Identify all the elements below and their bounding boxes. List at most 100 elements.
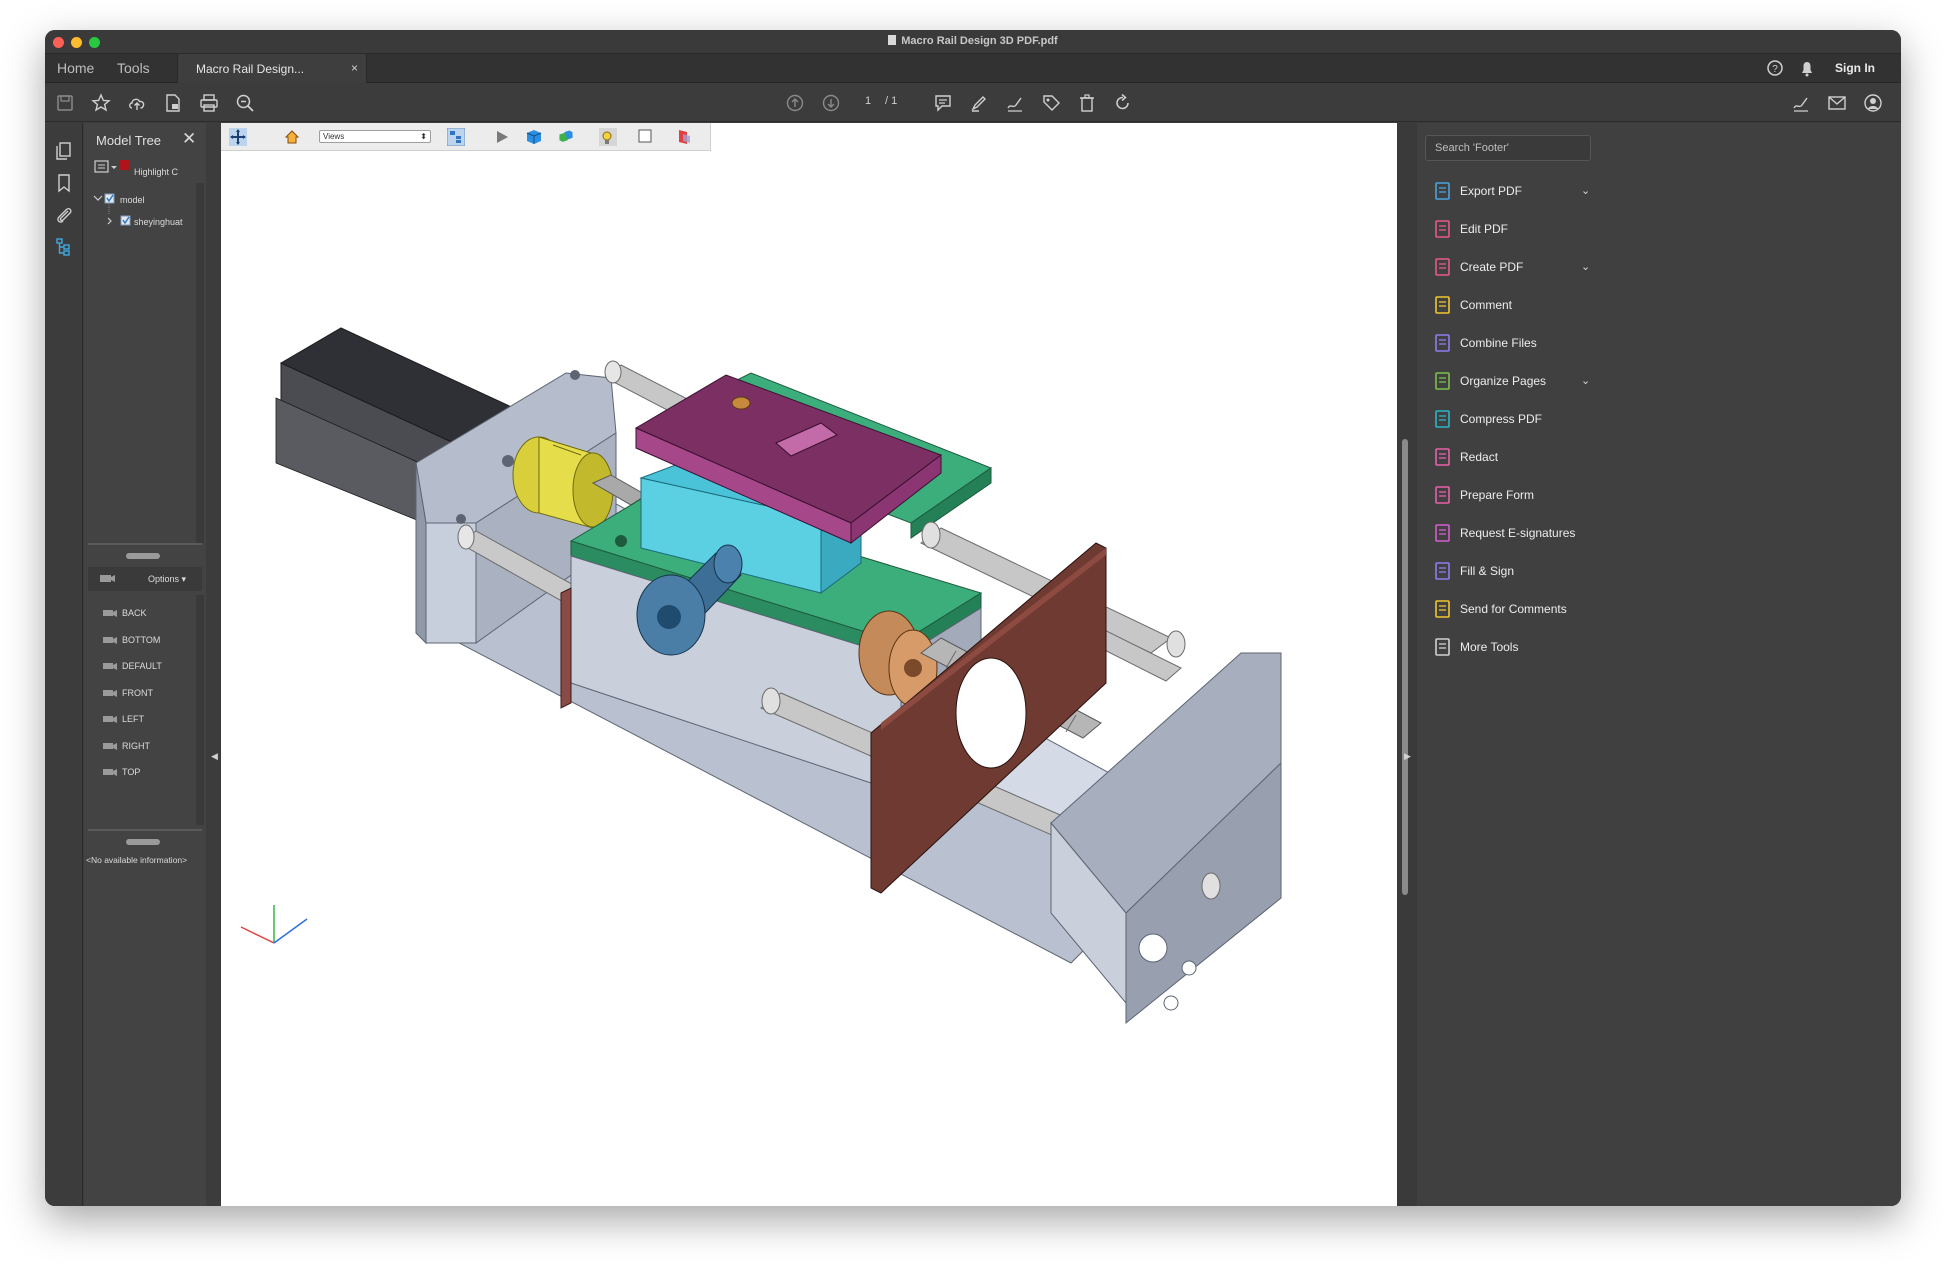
highlight-color-label[interactable]: Highlight C xyxy=(134,167,178,177)
view-item-left[interactable]: LEFT xyxy=(102,711,192,727)
views-scrollbar[interactable] xyxy=(196,595,204,825)
model-tree-icon[interactable] xyxy=(54,237,74,257)
tool-create-pdf[interactable]: Create PDF ⌄ xyxy=(1433,255,1593,279)
view-item-front[interactable]: FRONT xyxy=(102,685,192,701)
display-mode-icon[interactable] xyxy=(94,159,130,175)
share-user-icon[interactable] xyxy=(1863,93,1883,113)
camera-view-icon xyxy=(100,575,115,582)
bookmark-star-icon[interactable] xyxy=(91,93,111,113)
view-item-bottom[interactable]: BOTTOM xyxy=(102,632,192,648)
view-item-back[interactable]: BACK xyxy=(102,605,192,621)
pane-resize-handle-2[interactable] xyxy=(126,839,160,845)
main-toolbar: 1 / 1 xyxy=(45,83,1901,122)
notification-bell-icon[interactable] xyxy=(1797,54,1817,83)
tool-redact[interactable]: Redact xyxy=(1433,445,1593,469)
view-item-label: TOP xyxy=(122,767,141,777)
model-tree-panel: Model Tree ✕ Highlight C model sheyinghu… xyxy=(84,123,206,1206)
tool-more-tools[interactable]: More Tools xyxy=(1433,635,1593,659)
tab-document-label: Macro Rail Design... xyxy=(196,62,305,76)
document-scrollbar-thumb[interactable] xyxy=(1402,439,1408,895)
tool-send-for-comments[interactable]: Send for Comments xyxy=(1433,597,1593,621)
highlight-pen-icon[interactable] xyxy=(969,93,989,113)
camera-icon xyxy=(103,663,117,670)
page-thumbnails-icon[interactable] xyxy=(54,141,74,161)
tool-comment[interactable]: Comment xyxy=(1433,293,1593,317)
tool-organize-pages[interactable]: Organize Pages ⌄ xyxy=(1433,369,1593,393)
tree-lines-icon xyxy=(93,193,115,225)
tool-combine-files[interactable]: Combine Files xyxy=(1433,331,1593,355)
tool-compress-pdf[interactable]: Compress PDF xyxy=(1433,407,1593,431)
attachments-paperclip-icon[interactable] xyxy=(54,205,74,225)
print-icon[interactable] xyxy=(199,93,219,113)
pane-divider xyxy=(88,543,202,545)
sign-document-icon[interactable] xyxy=(1791,93,1811,113)
stamp-tag-icon[interactable] xyxy=(1041,93,1061,113)
document-icon xyxy=(888,35,897,45)
tab-bar: Home Tools Macro Rail Design... × ? Sign… xyxy=(45,54,1901,83)
document-canvas[interactable]: Views ⬍ xyxy=(221,123,1397,1206)
left-navigation-rail xyxy=(45,123,83,1206)
tree-node-sheyinghuat[interactable]: sheyinghuat xyxy=(134,217,183,227)
left-panel-collapse[interactable]: ◀ xyxy=(208,123,222,1206)
tool-label: Combine Files xyxy=(1460,336,1537,350)
view-item-label: LEFT xyxy=(122,714,145,724)
model-tree-close-button[interactable]: ✕ xyxy=(182,129,196,149)
model-tree-scrollbar[interactable] xyxy=(196,183,204,543)
checkbox-checked-icon[interactable] xyxy=(120,215,132,227)
rotate-icon[interactable] xyxy=(1113,93,1133,113)
tab-home[interactable]: Home xyxy=(57,54,94,83)
sign-pen-icon[interactable] xyxy=(1005,93,1025,113)
delete-trash-icon[interactable] xyxy=(1077,93,1097,113)
export-pdf-icon xyxy=(1435,182,1450,200)
help-icon[interactable]: ? xyxy=(1765,54,1785,83)
tab-document[interactable]: Macro Rail Design... × xyxy=(177,54,367,83)
send-for-comments-icon xyxy=(1435,600,1450,618)
camera-icon xyxy=(103,769,117,776)
view-item-right[interactable]: RIGHT xyxy=(102,738,192,754)
comment-icon xyxy=(1435,296,1450,314)
tool-edit-pdf[interactable]: Edit PDF xyxy=(1433,217,1593,241)
tool-label: Redact xyxy=(1460,450,1499,464)
tool-export-pdf[interactable]: Export PDF ⌄ xyxy=(1433,179,1593,203)
no-info-text: <No available information> xyxy=(86,855,188,865)
tool-label: Fill & Sign xyxy=(1460,564,1515,578)
sign-in-button[interactable]: Sign In xyxy=(1835,54,1875,83)
tool-fill-sign[interactable]: Fill & Sign xyxy=(1433,559,1593,583)
tool-label: Prepare Form xyxy=(1460,488,1535,502)
tab-close-button[interactable]: × xyxy=(351,61,358,75)
email-icon[interactable] xyxy=(1827,93,1847,113)
tool-prepare-form[interactable]: Prepare Form xyxy=(1433,483,1593,507)
view-item-default[interactable]: DEFAULT xyxy=(102,658,192,674)
right-panel-collapse[interactable]: ▶ xyxy=(1397,123,1417,1206)
next-page-icon[interactable] xyxy=(821,93,841,113)
page-number-input[interactable]: 1 xyxy=(865,95,871,107)
chevron-down-icon[interactable]: ⌄ xyxy=(1581,374,1590,387)
comment-icon[interactable] xyxy=(933,93,953,113)
tools-search-input[interactable]: Search 'Footer' xyxy=(1425,135,1591,161)
request-esignatures-icon xyxy=(1435,524,1450,542)
options-dropdown[interactable]: Options ▾ xyxy=(148,574,186,585)
zoom-search-icon[interactable] xyxy=(235,93,255,113)
tool-label: Export PDF xyxy=(1460,184,1523,198)
tool-request-e-signatures[interactable]: Request E-signatures xyxy=(1433,521,1593,545)
tree-node-model[interactable]: model xyxy=(120,195,145,205)
3d-model-viewport[interactable] xyxy=(221,123,1397,1206)
camera-icon xyxy=(103,742,117,750)
save-icon[interactable] xyxy=(55,93,75,113)
tab-tools[interactable]: Tools xyxy=(117,54,150,83)
tool-label: Create PDF xyxy=(1460,260,1524,274)
pane-resize-handle[interactable] xyxy=(126,553,160,559)
collapse-right-arrow-icon[interactable]: ▶ xyxy=(1404,751,1411,762)
chevron-down-icon[interactable]: ⌄ xyxy=(1581,184,1590,197)
view-item-top[interactable]: TOP xyxy=(102,764,192,780)
chevron-down-icon[interactable]: ⌄ xyxy=(1581,260,1590,273)
view-item-label: FRONT xyxy=(122,687,153,698)
tool-label: Edit PDF xyxy=(1460,222,1509,236)
upload-cloud-icon[interactable] xyxy=(127,93,147,113)
collapse-left-arrow-icon[interactable]: ◀ xyxy=(211,751,218,762)
window-title: Macro Rail Design 3D PDF.pdf xyxy=(45,35,1901,47)
previous-page-icon[interactable] xyxy=(785,93,805,113)
camera-icon xyxy=(103,716,117,723)
document-lock-icon[interactable] xyxy=(163,93,183,113)
bookmarks-icon[interactable] xyxy=(54,173,74,193)
